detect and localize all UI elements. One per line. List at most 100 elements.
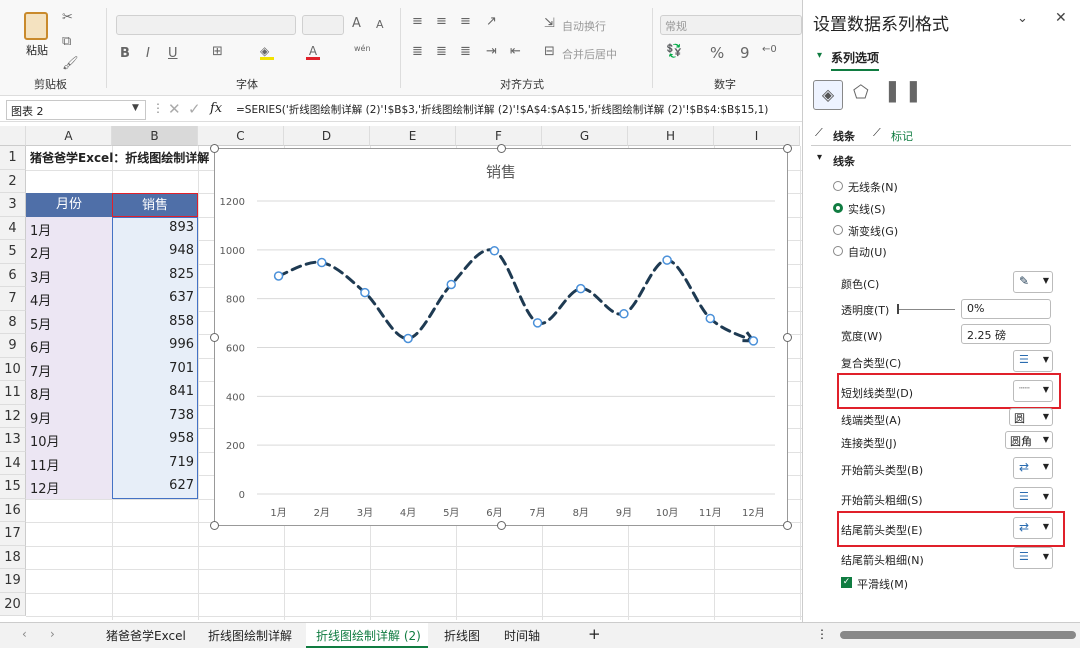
- tab-sheet-2[interactable]: 折线图绘制详解: [208, 627, 292, 644]
- italic-button[interactable]: I: [146, 46, 150, 61]
- sales-cell[interactable]: 893: [112, 220, 194, 235]
- cut-icon[interactable]: ✂: [62, 10, 73, 25]
- column-header-i[interactable]: I: [714, 126, 800, 146]
- enter-icon[interactable]: ✓: [188, 100, 201, 118]
- font-size-select[interactable]: [302, 15, 344, 35]
- paste-button[interactable]: 粘贴: [26, 42, 48, 58]
- sales-cell[interactable]: 858: [112, 314, 194, 329]
- end-size-select[interactable]: ☰ ▼: [1013, 547, 1053, 569]
- function-button[interactable]: fx: [210, 101, 222, 116]
- sales-cell[interactable]: 825: [112, 267, 194, 282]
- align-left-icon[interactable]: ≣: [412, 44, 423, 59]
- sales-cell[interactable]: 719: [112, 455, 194, 470]
- column-header-f[interactable]: F: [456, 126, 542, 146]
- resize-handle[interactable]: [783, 333, 792, 342]
- resize-handle[interactable]: [210, 521, 219, 530]
- sales-cell[interactable]: 701: [112, 361, 194, 376]
- transparency-input[interactable]: 0%: [961, 299, 1051, 319]
- header-sales[interactable]: 销售: [112, 193, 198, 217]
- month-cell[interactable]: 7月: [30, 361, 51, 380]
- resize-handle[interactable]: [210, 333, 219, 342]
- column-header-a[interactable]: A: [26, 126, 112, 146]
- font-color-icon[interactable]: A: [306, 44, 320, 60]
- radio-auto[interactable]: [833, 246, 843, 256]
- radio-gradient-line[interactable]: [833, 225, 843, 235]
- row-header[interactable]: 3: [0, 193, 26, 217]
- line-tab[interactable]: 线条: [833, 128, 855, 144]
- row-header[interactable]: 18: [0, 545, 26, 569]
- column-header-g[interactable]: G: [542, 126, 628, 146]
- align-middle-icon[interactable]: ≡: [436, 14, 447, 29]
- tab-sheet-1[interactable]: 猪爸爸学Excel: [106, 627, 186, 644]
- month-cell[interactable]: 12月: [30, 478, 60, 497]
- option-auto[interactable]: 自动(U): [848, 244, 887, 260]
- sales-cell[interactable]: 627: [112, 478, 194, 493]
- row-header[interactable]: 12: [0, 404, 26, 428]
- row-header[interactable]: 1: [0, 146, 26, 170]
- align-right-icon[interactable]: ≣: [460, 44, 471, 59]
- sales-cell[interactable]: 958: [112, 431, 194, 446]
- resize-handle[interactable]: [783, 144, 792, 153]
- sales-cell[interactable]: 996: [112, 337, 194, 352]
- orientation-icon[interactable]: ↗: [486, 14, 497, 29]
- line-section-header[interactable]: 线条: [833, 153, 855, 169]
- smooth-checkbox[interactable]: ✓: [841, 577, 852, 588]
- row-header[interactable]: 11: [0, 381, 26, 405]
- month-cell[interactable]: 9月: [30, 408, 51, 427]
- grow-font-button[interactable]: A: [352, 16, 361, 31]
- paste-icon[interactable]: [24, 12, 48, 40]
- align-top-icon[interactable]: ≡: [412, 14, 423, 29]
- cancel-icon[interactable]: ✕: [168, 100, 181, 118]
- begin-size-select[interactable]: ☰ ▼: [1013, 487, 1053, 509]
- column-header-h[interactable]: H: [628, 126, 714, 146]
- shrink-font-button[interactable]: A: [376, 18, 384, 31]
- series-options-icon[interactable]: ▌▐: [889, 82, 917, 103]
- month-cell[interactable]: 11月: [30, 455, 60, 474]
- smooth-label[interactable]: 平滑线(M): [857, 576, 908, 592]
- row-header[interactable]: 20: [0, 592, 26, 616]
- row-header[interactable]: 7: [0, 287, 26, 311]
- tab-sheet-5[interactable]: 时间轴: [504, 627, 540, 644]
- horizontal-scrollbar[interactable]: [840, 631, 1076, 639]
- chevron-down-icon[interactable]: ▼: [132, 103, 139, 113]
- currency-icon[interactable]: 💱: [666, 44, 682, 59]
- marker-tab[interactable]: 标记: [891, 128, 913, 144]
- option-no-line[interactable]: 无线条(N): [848, 179, 898, 195]
- cap-type-select[interactable]: 圆 ▼: [1009, 408, 1053, 426]
- row-header[interactable]: 9: [0, 334, 26, 358]
- radio-no-line[interactable]: [833, 181, 843, 191]
- row-header[interactable]: 14: [0, 451, 26, 475]
- header-month[interactable]: 月份: [26, 193, 112, 217]
- copy-icon[interactable]: ⧉: [62, 34, 71, 49]
- row-header[interactable]: 4: [0, 216, 26, 240]
- column-header-c[interactable]: C: [198, 126, 284, 146]
- row-header[interactable]: 5: [0, 240, 26, 264]
- color-picker[interactable]: ✎ ▼: [1013, 271, 1053, 293]
- number-format-select[interactable]: 常规: [660, 15, 802, 35]
- row-header[interactable]: 17: [0, 522, 26, 546]
- row-header[interactable]: 13: [0, 428, 26, 452]
- month-cell[interactable]: 8月: [30, 384, 51, 403]
- wrap-text-button[interactable]: 自动换行: [562, 18, 606, 34]
- tab-sheet-3[interactable]: 折线图绘制详解 (2): [316, 627, 421, 644]
- close-icon[interactable]: ✕: [1055, 10, 1067, 26]
- chevron-down-icon[interactable]: ⌄: [1017, 11, 1028, 26]
- radio-solid-line[interactable]: [833, 203, 843, 213]
- month-cell[interactable]: 1月: [30, 220, 51, 239]
- column-header-b[interactable]: B: [112, 126, 198, 146]
- chart-area[interactable]: 销售 0 200 400 600 800 1000 1200 1月 2月 3月 4月 5月 6月 7月 8月 9…: [210, 144, 792, 530]
- month-cell[interactable]: 4月: [30, 290, 51, 309]
- outdent-icon[interactable]: ⇤: [510, 44, 521, 59]
- row-header[interactable]: 2: [0, 169, 26, 193]
- begin-arrow-select[interactable]: ⇄ ▼: [1013, 457, 1053, 479]
- scroll-right-icon[interactable]: ›: [50, 627, 55, 641]
- row-header[interactable]: 16: [0, 498, 26, 522]
- month-cell[interactable]: 5月: [30, 314, 51, 333]
- sales-cell[interactable]: 738: [112, 408, 194, 423]
- column-header-d[interactable]: D: [284, 126, 370, 146]
- sheet-title[interactable]: 猪爸爸学Excel：折线图绘制详解: [30, 149, 209, 166]
- month-cell[interactable]: 6月: [30, 337, 51, 356]
- add-sheet-icon[interactable]: +: [588, 625, 601, 643]
- month-cell[interactable]: 10月: [30, 431, 60, 450]
- row-header[interactable]: 19: [0, 569, 26, 593]
